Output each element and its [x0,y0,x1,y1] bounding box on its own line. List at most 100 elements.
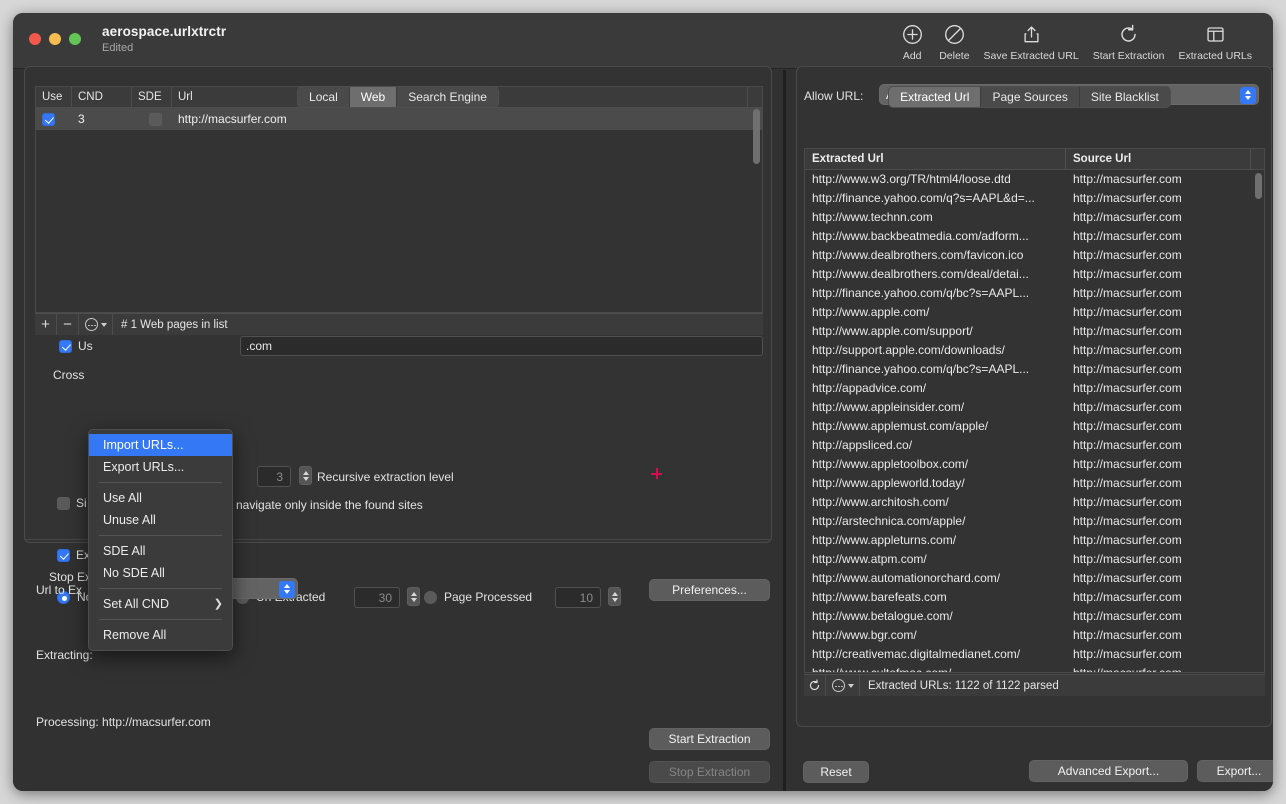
context-menu-item[interactable]: Set All CND❯ [89,593,232,615]
table-row[interactable]: http://www.cultofmac.com/http://macsurfe… [805,664,1264,672]
table-row[interactable]: http://www.applemust.com/apple/http://ma… [805,417,1264,436]
row-use-checkbox-cell[interactable] [36,108,72,130]
extracted-url-table-scrollbar[interactable] [1255,173,1262,199]
tab-site-blacklist[interactable]: Site Blacklist [1080,87,1170,107]
table-row[interactable]: http://www.atpm.com/http://macsurfer.com [805,550,1264,569]
column-header-source-url[interactable]: Source Url [1066,149,1251,170]
table-row[interactable]: 3 http://macsurfer.com [36,108,762,130]
refresh-extracted-button[interactable] [804,675,826,696]
use-single-url-checkbox[interactable] [59,340,72,353]
table-row[interactable]: http://finance.yahoo.com/q/bc?s=AAPL...h… [805,284,1264,303]
tab-local[interactable]: Local [298,87,350,107]
page-processed-radio[interactable] [424,591,437,604]
page-processed-radio-option[interactable]: Page Processed [424,590,532,604]
table-row[interactable]: http://www.architosh.com/http://macsurfe… [805,493,1264,512]
toolbar-button-delete[interactable]: Delete [932,21,976,62]
url-actions-context-menu[interactable]: Import URLs...Export URLs... Use AllUnuse… [88,429,233,651]
table-row[interactable]: http://support.apple.com/downloads/http:… [805,341,1264,360]
url-actions-menu-button[interactable] [79,314,113,335]
toolbar-button-add[interactable]: Add [892,21,932,62]
toolbar-button-start-extraction[interactable]: Start Extraction [1086,21,1172,62]
url-extracted-stepper[interactable] [407,587,420,606]
row-use-checkbox[interactable] [42,113,55,126]
context-menu-item[interactable]: No SDE All [89,562,232,584]
column-header-extracted-url[interactable]: Extracted Url [805,149,1066,170]
column-header-use[interactable]: Use [36,87,72,108]
row-sde-checkbox-cell[interactable] [132,108,172,130]
url-extracted-input[interactable]: 30 [354,587,400,608]
advanced-export-button[interactable]: Advanced Export... [1029,760,1188,782]
column-header-cnd[interactable]: CND [72,87,132,108]
single-url-input[interactable]: .com [240,336,763,356]
preferences-button[interactable]: Preferences... [649,579,770,601]
context-menu-item[interactable]: Use All [89,487,232,509]
table-row[interactable]: http://arstechnica.com/apple/http://macs… [805,512,1264,531]
extract-checkbox[interactable] [57,549,70,562]
table-row[interactable]: http://www.backbeatmedia.com/adform...ht… [805,227,1264,246]
table-row[interactable]: http://www.appleturns.com/http://macsurf… [805,531,1264,550]
close-button[interactable] [29,33,41,45]
toolbar-button-save-extracted-url[interactable]: Save Extracted URL [977,21,1086,62]
table-row[interactable]: http://www.dealbrothers.com/deal/detai..… [805,265,1264,284]
left-tabs: Local Web Search Engine [297,86,499,108]
page-processed-input[interactable]: 10 [555,587,601,608]
context-menu-item[interactable]: Unuse All [89,509,232,531]
single-site-option[interactable]: Si [57,496,87,510]
add-url-button[interactable]: + [35,314,57,335]
table-row[interactable]: http://finance.yahoo.com/q?s=AAPL&d=...h… [805,189,1264,208]
table-row[interactable]: http://appadvice.com/http://macsurfer.co… [805,379,1264,398]
select-arrows-icon[interactable] [1240,87,1256,104]
table-row[interactable]: http://www.technn.comhttp://macsurfer.co… [805,208,1264,227]
extracted-url-table[interactable]: Extracted Url Source Url http://www.w3.o… [804,148,1265,673]
table-row[interactable]: http://www.apple.com/http://macsurfer.co… [805,303,1264,322]
remove-url-button[interactable]: − [57,314,79,335]
select-arrows-icon[interactable] [279,581,295,598]
stepper-up-icon[interactable] [612,592,618,596]
recursive-level-input[interactable]: 3 [257,466,291,487]
stepper-down-icon[interactable] [303,477,309,481]
table-row[interactable]: http://appsliced.co/http://macsurfer.com [805,436,1264,455]
row-sde-checkbox[interactable] [149,113,162,126]
context-menu-item[interactable]: Export URLs... [89,456,232,478]
table-row[interactable]: http://www.appletoolbox.com/http://macsu… [805,455,1264,474]
page-processed-stepper[interactable] [608,587,621,606]
tab-search-engine[interactable]: Search Engine [397,87,498,107]
stepper-up-icon[interactable] [411,592,417,596]
stepper-down-icon[interactable] [411,598,417,602]
tab-extracted-url[interactable]: Extracted Url [889,87,981,107]
table-row[interactable]: http://www.bgr.com/http://macsurfer.com [805,626,1264,645]
extracted-url-table-body[interactable]: http://www.w3.org/TR/html4/loose.dtdhttp… [805,170,1264,672]
table-row[interactable]: http://creativemac.digitalmedianet.com/h… [805,645,1264,664]
recursive-level-stepper[interactable] [299,466,312,485]
export-button[interactable]: Export... [1197,760,1273,782]
cell-extracted-url: http://www.appleturns.com/ [805,531,1066,550]
minimize-button[interactable] [49,33,61,45]
table-row[interactable]: http://www.barefeats.comhttp://macsurfer… [805,588,1264,607]
context-menu-item[interactable]: Import URLs... [89,434,232,456]
stepper-up-icon[interactable] [303,471,309,475]
context-menu-item[interactable]: Remove All [89,624,232,646]
web-url-table[interactable]: Use CND SDE Url 3 http: [35,86,763,313]
table-row[interactable]: http://www.dealbrothers.com/favicon.icoh… [805,246,1264,265]
web-url-table-scrollbar[interactable] [753,109,760,164]
table-row[interactable]: http://www.apple.com/support/http://macs… [805,322,1264,341]
tab-web[interactable]: Web [350,87,397,107]
toolbar-button-extracted-urls[interactable]: Extracted URLs [1171,21,1259,62]
table-row[interactable]: http://www.w3.org/TR/html4/loose.dtdhttp… [805,170,1264,189]
start-extraction-button[interactable]: Start Extraction [649,728,770,750]
use-single-url-option[interactable]: Us [59,339,93,353]
table-row[interactable]: http://finance.yahoo.com/q/bc?s=AAPL...h… [805,360,1264,379]
stepper-down-icon[interactable] [612,598,618,602]
extracted-url-actions-menu-button[interactable] [826,675,860,696]
single-site-checkbox[interactable] [57,497,70,510]
maximize-button[interactable] [69,33,81,45]
table-row[interactable]: http://www.betalogue.com/http://macsurfe… [805,607,1264,626]
table-row[interactable]: http://www.appleinsider.com/http://macsu… [805,398,1264,417]
table-row[interactable]: http://www.automationorchard.com/http://… [805,569,1264,588]
column-header-sde[interactable]: SDE [132,87,172,108]
tab-page-sources[interactable]: Page Sources [981,87,1079,107]
context-menu-item[interactable]: SDE All [89,540,232,562]
table-row[interactable]: http://www.appleworld.today/http://macsu… [805,474,1264,493]
cell-extracted-url: http://finance.yahoo.com/q?s=AAPL&d=... [805,189,1066,208]
reset-button[interactable]: Reset [803,761,869,783]
